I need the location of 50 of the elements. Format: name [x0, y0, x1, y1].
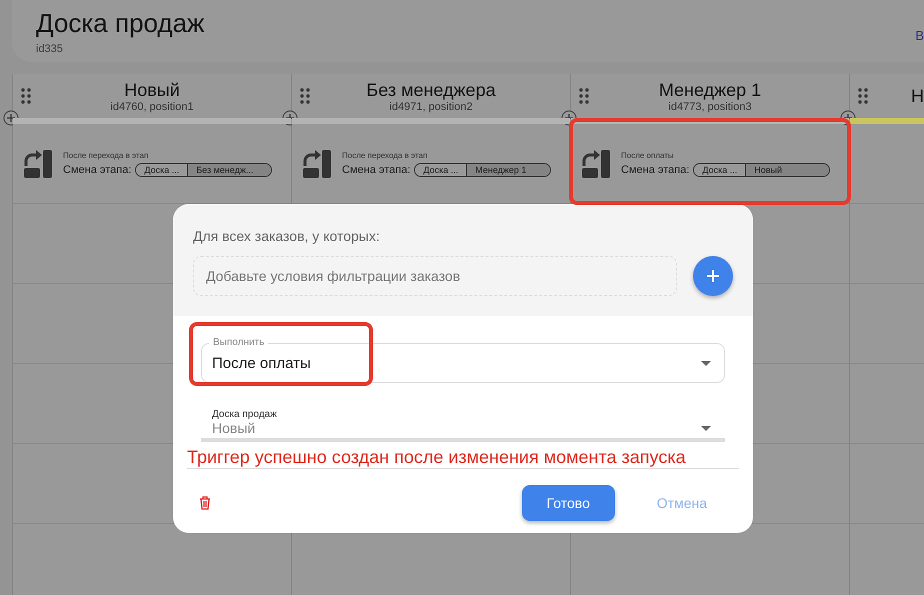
delete-button[interactable] — [199, 496, 211, 510]
board-select-label: Доска продаж — [212, 409, 278, 420]
header-link[interactable]: В — [915, 8, 924, 62]
add-icon[interactable] — [3, 110, 19, 126]
done-button[interactable]: Готово — [522, 485, 615, 521]
add-icon[interactable] — [561, 110, 577, 126]
stage-change-icon — [302, 148, 332, 178]
column-title: Новый — [124, 80, 180, 100]
stage-chip: Менеджер 1 — [466, 164, 550, 176]
trigger-card[interactable]: После оплаты Смена этапа: Доска ... Новый — [571, 124, 849, 204]
dropdown-caret-icon — [701, 426, 711, 430]
stage-chip: Новый — [745, 164, 830, 176]
trigger-card[interactable]: После перехода в этап Смена этапа: Доска ... Менеджер 1 — [292, 124, 570, 204]
stage-chip: Без менедж... — [187, 164, 272, 176]
filter-label: Для всех заказов, у которых: — [193, 228, 381, 244]
column-id: id4760, position1 — [110, 100, 194, 112]
board-select[interactable]: Доска продаж Новый — [201, 409, 725, 442]
trigger-label: Смена этапа: — [342, 164, 410, 176]
execute-value: После оплаты — [212, 354, 311, 372]
trigger-label: Смена этапа: — [621, 164, 690, 176]
column-id: id4971, position2 — [389, 100, 473, 112]
trigger-event: После оплаты — [621, 150, 675, 160]
board-chip: Доска ... — [694, 164, 746, 176]
add-condition-button[interactable] — [693, 256, 733, 296]
trigger-event: После перехода в этап — [63, 150, 150, 160]
stage-change-icon — [581, 148, 611, 178]
board-title: Доска продаж — [36, 8, 204, 39]
stage-change-icon — [23, 148, 53, 178]
board-chip: Доска ... — [136, 164, 188, 176]
trash-icon — [199, 496, 211, 510]
add-icon[interactable] — [840, 110, 856, 126]
board-id: id335 — [36, 43, 64, 55]
board-chip: Доска ... — [415, 164, 466, 176]
column-title: Без менеджера — [366, 80, 496, 100]
trigger-event: После перехода в этап — [342, 150, 428, 160]
filter-field[interactable]: Добавьте условия фильтрации заказов — [193, 256, 677, 296]
board-select-value: Новый — [212, 420, 256, 436]
trigger-card[interactable]: После перехода в этап Смена этапа: Доска ... Без менедж... — [13, 124, 291, 204]
column-title: Н — [911, 86, 924, 106]
trigger-label: Смена этапа: — [63, 164, 132, 176]
column-id: id4773, position3 — [668, 100, 752, 112]
annotation-note: Триггер успешно создан после изменения момента запуска — [187, 446, 739, 469]
drag-handle-icon[interactable] — [21, 88, 31, 104]
drag-handle-icon[interactable] — [300, 88, 310, 104]
add-icon[interactable] — [282, 110, 298, 126]
plus-icon — [707, 270, 719, 282]
drag-handle-icon[interactable] — [579, 88, 589, 104]
column-title: Менеджер 1 — [658, 80, 762, 100]
execute-select[interactable]: Выполнить После оплаты — [201, 336, 725, 383]
drag-handle-icon[interactable] — [858, 88, 868, 104]
